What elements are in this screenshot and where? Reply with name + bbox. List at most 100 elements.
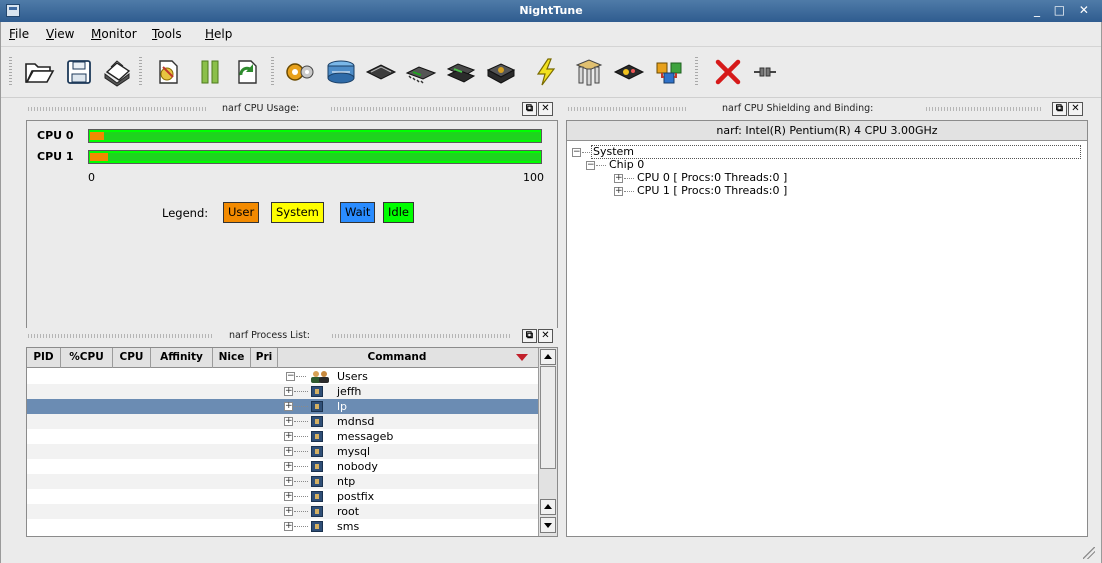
refresh-icon (238, 60, 257, 84)
tree-connector (624, 178, 634, 179)
collapse-icon[interactable]: − (286, 372, 295, 381)
axis-min-label: 0 (88, 171, 95, 184)
column-header-command[interactable]: Command (278, 348, 516, 368)
table-row[interactable]: + messageb (27, 429, 538, 444)
settings-button[interactable] (283, 55, 317, 89)
table-row[interactable]: + postfix (27, 489, 538, 504)
cpu-idle-fill (103, 132, 540, 140)
open-button[interactable] (22, 55, 56, 89)
menu-help[interactable]: Help (205, 27, 232, 41)
pause-button[interactable] (193, 55, 227, 89)
scroll-thumb[interactable] (540, 366, 556, 469)
undock-button[interactable]: ⧉ (1052, 102, 1067, 116)
user-icon (311, 506, 323, 517)
processor-button[interactable] (404, 55, 438, 89)
tree-connector (294, 421, 308, 422)
menu-view[interactable]: View (46, 27, 74, 41)
column-header-cpu[interactable]: CPU (113, 348, 151, 368)
row-user-name: nobody (337, 460, 378, 473)
expand-icon[interactable]: + (614, 174, 623, 183)
tree-node-chip[interactable]: Chip 0 (609, 158, 644, 171)
panel-grip[interactable] (926, 107, 1043, 111)
card-button[interactable] (612, 55, 646, 89)
expand-icon[interactable]: + (284, 387, 293, 396)
row-user-name: ntp (337, 475, 356, 488)
process-list-scrollbar[interactable] (538, 348, 557, 536)
scroll-down-button[interactable] (540, 517, 556, 533)
undock-button[interactable]: ⧉ (522, 102, 537, 116)
expand-icon[interactable]: + (614, 187, 623, 196)
user-icon (311, 416, 323, 427)
close-panel-button[interactable]: ✕ (1068, 102, 1083, 116)
expand-icon[interactable]: + (284, 522, 293, 531)
legend-idle: Idle (383, 202, 414, 223)
interconnect-button[interactable] (652, 55, 686, 89)
expand-icon[interactable]: + (284, 492, 293, 501)
panel-grip[interactable] (28, 334, 213, 338)
column-header-pri[interactable]: Pri (251, 348, 278, 368)
column-header-pid[interactable]: PID (27, 348, 61, 368)
table-row-selected[interactable]: + lp (27, 399, 538, 414)
expand-icon[interactable]: + (284, 447, 293, 456)
drive-button[interactable] (484, 55, 518, 89)
expand-icon[interactable]: + (284, 477, 293, 486)
scroll-up-button[interactable] (540, 349, 556, 365)
tree-connector (294, 436, 308, 437)
collapse-icon[interactable]: − (572, 148, 581, 157)
tree-connector (296, 376, 306, 377)
export-button[interactable] (151, 55, 185, 89)
panel-grip[interactable] (28, 107, 208, 111)
table-row[interactable]: + root (27, 504, 538, 519)
refresh-button[interactable] (230, 55, 264, 89)
user-icon (311, 446, 323, 457)
row-user-name: sms (337, 520, 360, 533)
column-header-nice[interactable]: Nice (213, 348, 251, 368)
save-button[interactable] (62, 55, 96, 89)
expand-icon[interactable]: + (284, 402, 293, 411)
board-button[interactable] (444, 55, 478, 89)
arrow-up-icon (544, 354, 552, 359)
memory-button[interactable] (364, 55, 398, 89)
expand-icon[interactable]: + (284, 462, 293, 471)
panel-grip[interactable] (331, 107, 511, 111)
window-resize-grip[interactable] (1083, 547, 1095, 559)
panel-grip[interactable] (568, 107, 688, 111)
cpu-shielding-panel: narf CPU Shielding and Binding: ⧉ ✕ narf… (566, 101, 1088, 537)
menu-tools[interactable]: Tools (152, 27, 182, 41)
table-row[interactable]: + mdnsd (27, 414, 538, 429)
collapse-icon[interactable]: − (586, 161, 595, 170)
tree-node-cpu[interactable]: CPU 1 [ Procs:0 Threads:0 ] (637, 184, 787, 197)
connect-button[interactable] (748, 55, 782, 89)
print-button[interactable] (99, 55, 133, 89)
table-row[interactable]: + ntp (27, 474, 538, 489)
expand-icon[interactable]: + (284, 417, 293, 426)
network-button[interactable] (572, 55, 606, 89)
table-row[interactable]: + nobody (27, 459, 538, 474)
close-panel-button[interactable]: ✕ (538, 102, 553, 116)
tree-node-cpu[interactable]: CPU 0 [ Procs:0 Threads:0 ] (637, 171, 787, 184)
panel-grip[interactable] (332, 334, 512, 338)
disk-button[interactable] (324, 55, 358, 89)
interrupts-button[interactable] (529, 55, 563, 89)
table-row[interactable]: + sms (27, 519, 538, 534)
tree-connector (294, 511, 308, 512)
table-row[interactable]: + jeffh (27, 384, 538, 399)
menu-monitor[interactable]: Monitor (91, 27, 137, 41)
expand-icon[interactable]: + (284, 432, 293, 441)
column-header-cpu-percent[interactable]: %CPU (61, 348, 113, 368)
close-panel-button[interactable]: ✕ (538, 329, 553, 343)
disk-icon (327, 60, 355, 84)
remove-button[interactable] (711, 55, 745, 89)
scroll-up-button[interactable] (540, 499, 556, 515)
menu-file[interactable]: File (9, 27, 29, 41)
tree-group-row[interactable]: − Users (27, 369, 538, 384)
undock-button[interactable]: ⧉ (522, 329, 537, 343)
window-controls[interactable]: _ □ ✕ (1034, 3, 1094, 17)
tree-node-system[interactable]: System (593, 145, 634, 158)
arrow-up-icon (544, 504, 552, 509)
memory-icon (365, 64, 397, 80)
column-header-affinity[interactable]: Affinity (151, 348, 213, 368)
table-row[interactable]: + mysql (27, 444, 538, 459)
user-icon (311, 431, 323, 442)
expand-icon[interactable]: + (284, 507, 293, 516)
